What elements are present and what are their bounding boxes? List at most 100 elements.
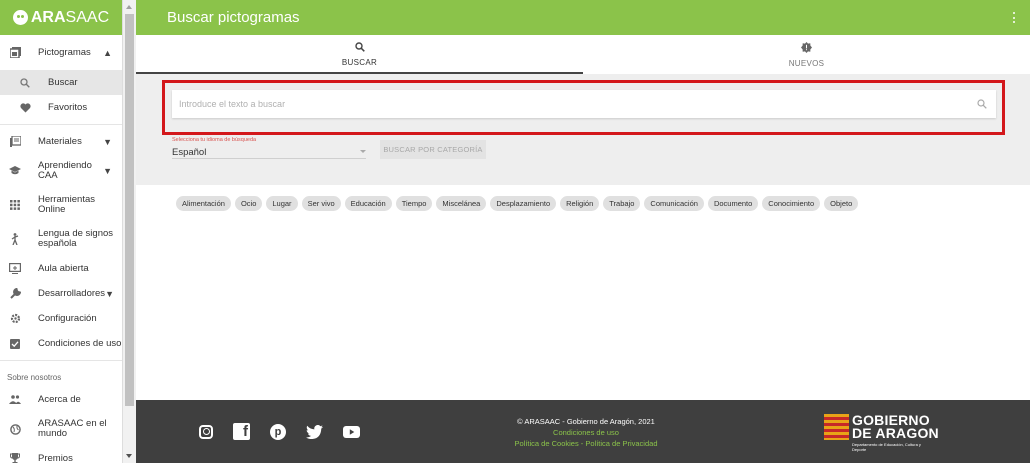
footer-legal: © ARASAAC - Gobierno de Aragón, 2021 Con… bbox=[496, 416, 676, 449]
sidebar-item-label: Pictogramas bbox=[38, 46, 91, 58]
category-chip[interactable]: Alimentación bbox=[176, 196, 231, 211]
sidebar-item-label: Favoritos bbox=[48, 101, 88, 113]
chevron-down-icon: ▼ bbox=[103, 136, 112, 147]
sidebar-item-label: Condiciones de uso bbox=[38, 337, 122, 349]
open-classroom-icon bbox=[8, 262, 22, 276]
logo[interactable]: ARASAAC bbox=[0, 0, 122, 35]
sidebar-item-label: Premios bbox=[38, 452, 73, 463]
gobierno-de-aragon-logo[interactable]: GOBIERNO DE ARAGON Departamento de Educa… bbox=[824, 413, 939, 452]
category-chip[interactable]: Conocimiento bbox=[762, 196, 821, 211]
sign-language-icon bbox=[8, 232, 22, 246]
facebook-icon[interactable]: f bbox=[233, 423, 250, 440]
sidebar: ARASAAC Pictogramas ▲ Buscar Favoritos M… bbox=[0, 0, 123, 463]
chevron-down-icon: ▼ bbox=[105, 288, 114, 299]
search-by-category-button[interactable]: BUSCAR POR CATEGORÍA bbox=[380, 140, 486, 159]
more-vert-icon[interactable] bbox=[1013, 12, 1016, 23]
sidebar-item-condiciones-de-uso[interactable]: Condiciones de uso bbox=[0, 331, 122, 356]
search-icon bbox=[18, 76, 32, 90]
sidebar-item-herramientas-online[interactable]: Herramientas Online bbox=[0, 188, 122, 222]
tab-label: NUEVOS bbox=[788, 58, 825, 68]
sidebar-item-favoritos[interactable]: Favoritos bbox=[0, 95, 122, 120]
search-box[interactable] bbox=[172, 90, 996, 118]
dropdown-arrow-icon bbox=[360, 150, 366, 153]
sidebar-item-label: Configuración bbox=[38, 312, 97, 324]
category-chip[interactable]: Tiempo bbox=[395, 196, 433, 211]
copyright-text: © ARASAAC - Gobierno de Aragón, 2021 bbox=[517, 417, 655, 426]
sidebar-item-label: Aprendiendo CAA bbox=[38, 160, 92, 181]
sidebar-item-desarrolladores[interactable]: Desarrolladores ▼ bbox=[0, 281, 122, 306]
sidebar-item-label: Materiales bbox=[38, 135, 82, 147]
main-content: Buscar pictogramas BUSCAR NUEVOS Selecci… bbox=[136, 0, 1030, 463]
pictograms-icon bbox=[8, 46, 22, 60]
checkbox-icon bbox=[8, 337, 22, 351]
category-chip[interactable]: Trabajo bbox=[603, 196, 641, 211]
sidebar-item-premios[interactable]: Premios bbox=[0, 446, 122, 463]
sidebar-item-acerca-de[interactable]: Acerca de bbox=[0, 387, 122, 412]
category-chip[interactable]: Educación bbox=[344, 196, 392, 211]
category-chip[interactable]: Religión bbox=[560, 196, 600, 211]
sidebar-item-label: ARASAAC en el mundo bbox=[38, 418, 107, 439]
gov-logo-line2: DE ARAGON bbox=[852, 425, 939, 441]
search-icon[interactable] bbox=[976, 98, 988, 110]
category-chip[interactable]: Ocio bbox=[234, 196, 263, 211]
scroll-up-arrow-icon[interactable] bbox=[126, 5, 132, 9]
twitter-icon[interactable] bbox=[306, 423, 323, 440]
category-chip[interactable]: Comunicación bbox=[644, 196, 704, 211]
footer: f p © ARASAAC - Gobierno de Aragón, 2021… bbox=[136, 400, 1030, 463]
sidebar-scrollbar[interactable] bbox=[123, 0, 136, 463]
sidebar-item-label: Buscar bbox=[48, 76, 78, 88]
category-chip[interactable]: Desplazamiento bbox=[490, 196, 557, 211]
sidebar-item-lengua-de-signos[interactable]: Lengua de signos española bbox=[0, 222, 122, 256]
sidebar-item-arasaac-en-el-mundo[interactable]: ARASAAC en el mundo bbox=[0, 412, 122, 446]
sidebar-item-configuracion[interactable]: Configuración bbox=[0, 306, 122, 331]
new-badge-icon bbox=[801, 41, 812, 56]
logo-text-bold: ARA bbox=[30, 8, 66, 26]
gear-icon bbox=[8, 312, 22, 326]
category-chip[interactable]: Documento bbox=[707, 196, 759, 211]
category-chip[interactable]: Objeto bbox=[824, 196, 859, 211]
divider bbox=[0, 124, 122, 125]
pinterest-icon[interactable]: p bbox=[270, 423, 286, 440]
sidebar-item-label: Aula abierta bbox=[38, 262, 89, 274]
sidebar-item-buscar[interactable]: Buscar bbox=[0, 70, 122, 95]
globe-icon bbox=[8, 422, 22, 436]
wrench-icon bbox=[8, 287, 22, 301]
aragon-flag-icon bbox=[824, 414, 849, 440]
trophy-icon bbox=[8, 452, 22, 463]
sidebar-item-aula-abierta[interactable]: Aula abierta bbox=[0, 256, 122, 281]
heart-icon bbox=[18, 101, 32, 115]
policies-link[interactable]: Política de Cookies - Política de Privac… bbox=[496, 438, 676, 449]
divider bbox=[0, 360, 122, 361]
search-panel: Selecciona tu idioma de búsqueda Español… bbox=[136, 74, 1030, 185]
tab-label: BUSCAR bbox=[341, 58, 378, 67]
category-chip[interactable]: Lugar bbox=[266, 196, 298, 211]
youtube-icon[interactable] bbox=[343, 423, 360, 440]
tab-nuevos[interactable]: NUEVOS bbox=[583, 35, 1030, 74]
sidebar-item-label: Herramientas Online bbox=[38, 194, 96, 215]
sidebar-item-materiales[interactable]: Materiales ▼ bbox=[0, 129, 122, 154]
scrollbar-thumb[interactable] bbox=[125, 14, 134, 406]
category-chip[interactable]: Ser vivo bbox=[301, 196, 341, 211]
arasaac-logo-icon bbox=[12, 10, 28, 25]
logo-text-rest: SAAC bbox=[65, 8, 110, 26]
sidebar-item-aprendiendo-caa[interactable]: Aprendiendo CAA ▼ bbox=[0, 154, 122, 188]
sidebar-item-pictogramas[interactable]: Pictogramas ▲ bbox=[0, 40, 122, 65]
chevron-up-icon: ▲ bbox=[103, 47, 112, 58]
tab-buscar[interactable]: BUSCAR bbox=[136, 35, 583, 74]
category-chips: Alimentación Ocio Lugar Ser vivo Educaci… bbox=[176, 196, 859, 211]
conditions-link[interactable]: Condiciones de uso bbox=[496, 427, 676, 438]
category-chip[interactable]: Miscelánea bbox=[436, 196, 487, 211]
materials-icon bbox=[8, 135, 22, 149]
social-links: f p bbox=[199, 423, 360, 440]
tabs: BUSCAR NUEVOS bbox=[136, 35, 1030, 74]
instagram-icon[interactable] bbox=[199, 424, 213, 439]
language-select-value: Español bbox=[172, 147, 207, 158]
scroll-down-arrow-icon[interactable] bbox=[126, 454, 132, 458]
sidebar-item-label: Lengua de signos española bbox=[38, 228, 114, 249]
language-select-label: Selecciona tu idioma de búsqueda bbox=[172, 137, 257, 143]
search-input[interactable] bbox=[179, 99, 976, 109]
apps-grid-icon bbox=[8, 198, 22, 212]
language-select[interactable]: Selecciona tu idioma de búsqueda Español bbox=[172, 137, 366, 159]
chevron-down-icon: ▼ bbox=[103, 166, 112, 176]
people-icon bbox=[8, 393, 22, 407]
